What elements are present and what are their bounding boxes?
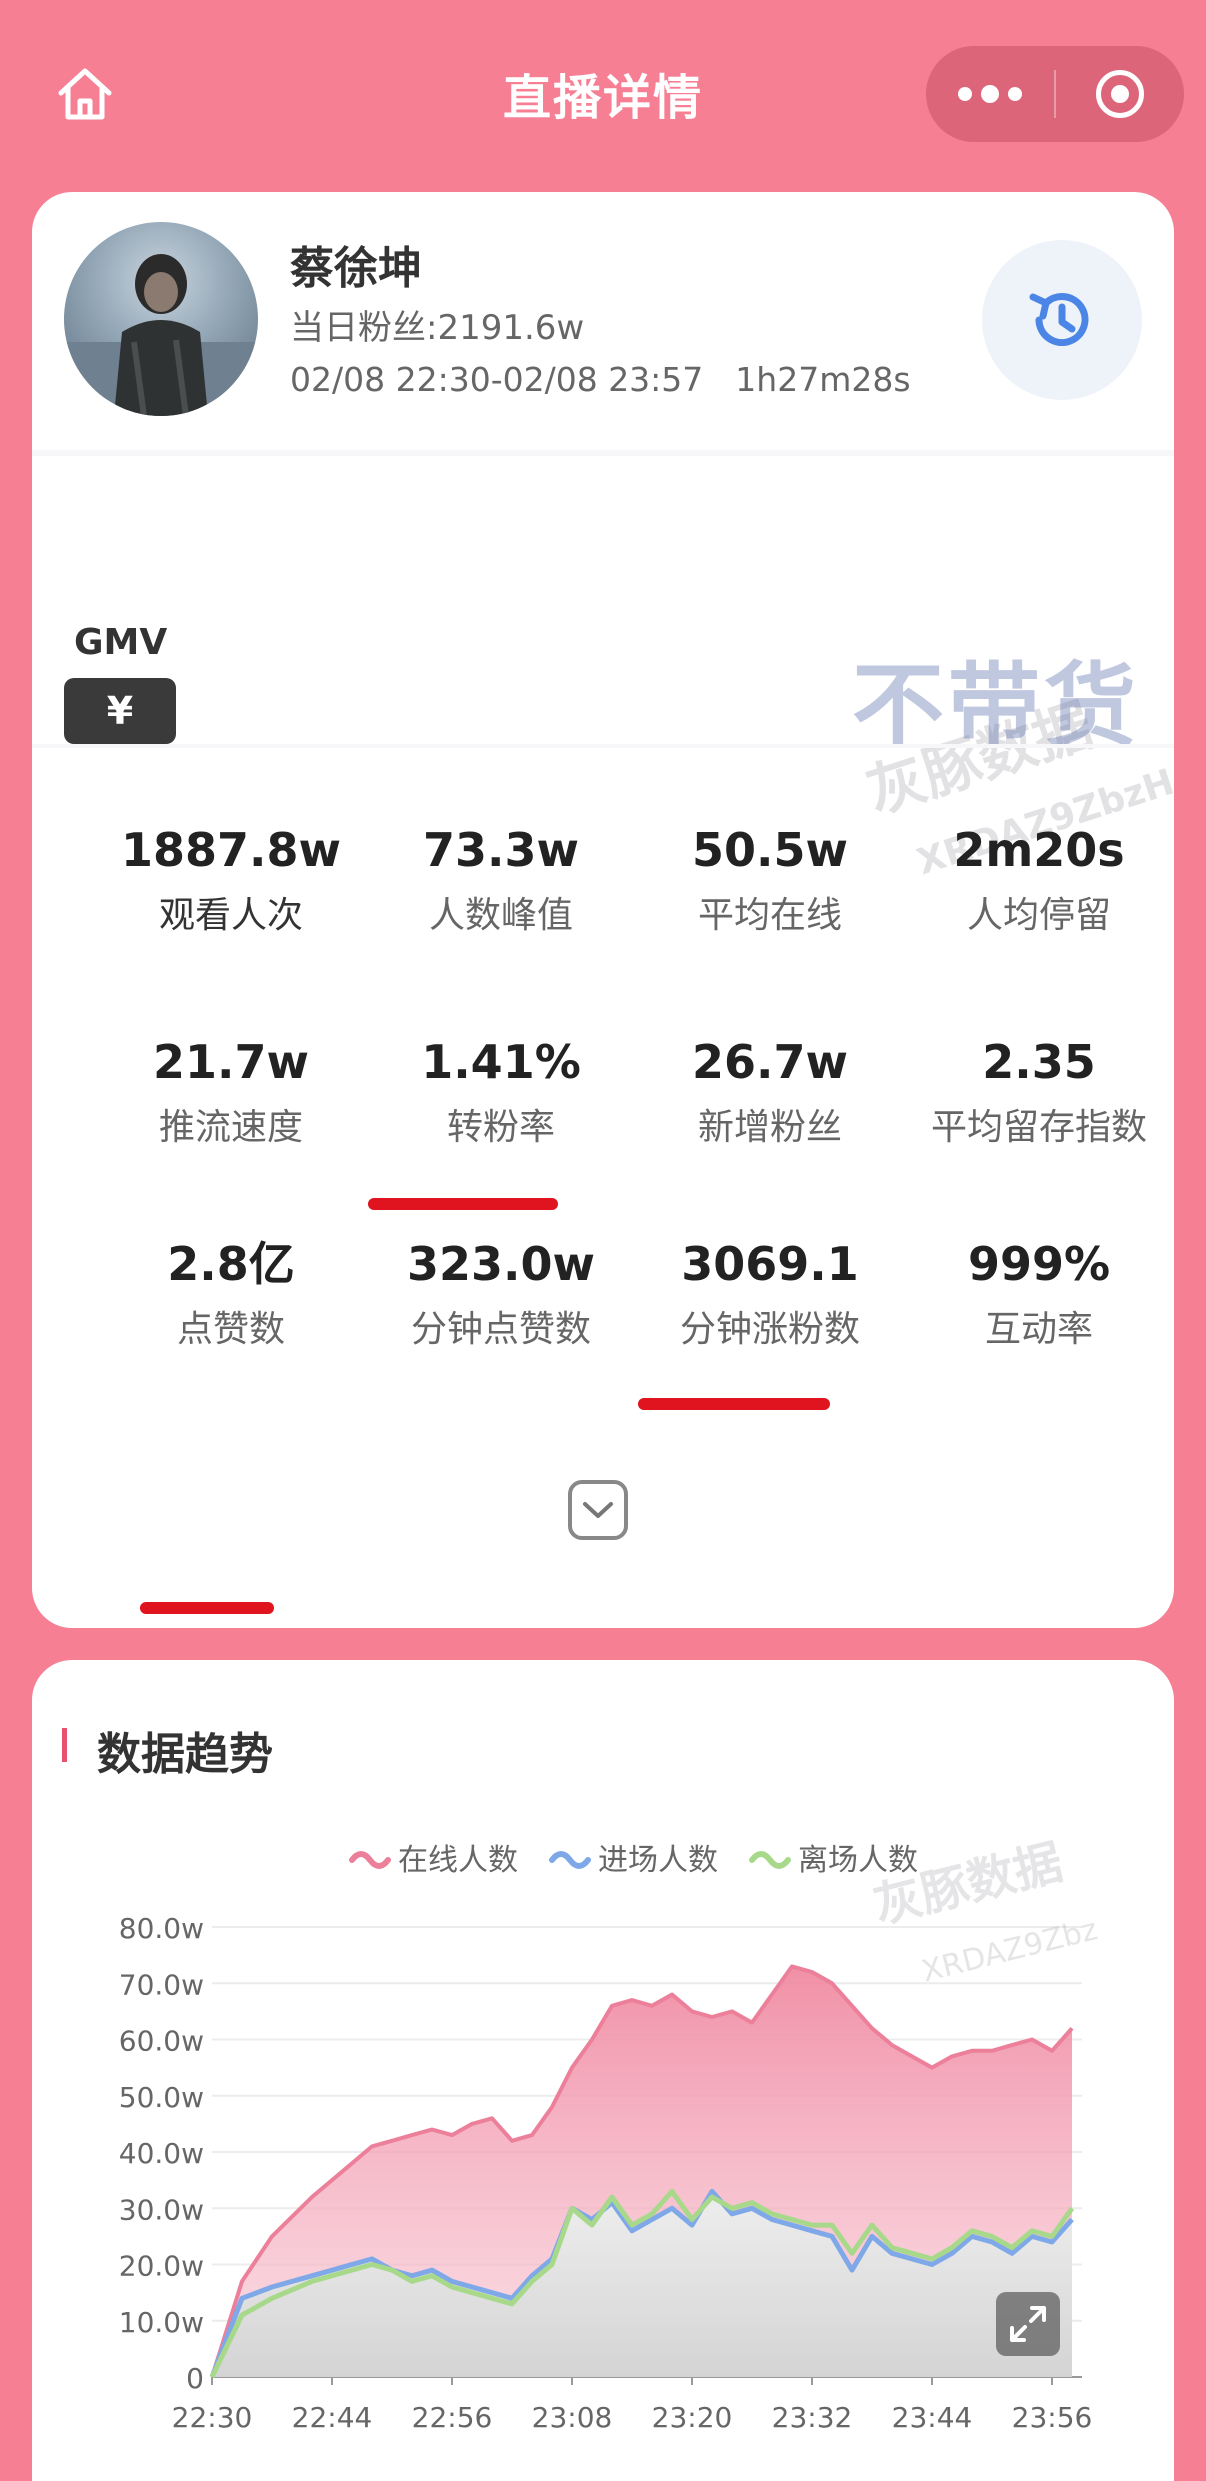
stat-label: 转粉率	[446, 1107, 555, 1148]
stat-item: 3069.1 分钟涨粉数	[635, 1234, 905, 1358]
y-tick-label: 20.0w	[119, 2250, 204, 2283]
fullscreen-icon[interactable]	[996, 2292, 1060, 2356]
stat-value: 50.5w	[692, 823, 848, 877]
stat-item: 2.35 平均留存指数	[904, 1032, 1174, 1156]
stat-value: 2m20s	[953, 823, 1125, 877]
x-tick-label: 22:44	[292, 2401, 373, 2434]
stat-label: 观看人次	[158, 895, 303, 936]
stat-item: 73.3w 人数峰值	[366, 820, 636, 944]
legend-label: 进场人数	[598, 1843, 718, 1878]
live-time: 02/08 22:30-02/08 23:57 1h27m28s	[290, 360, 911, 399]
stat-item: 26.7w 新增粉丝	[635, 1032, 905, 1156]
history-icon[interactable]	[982, 240, 1142, 400]
divider	[32, 744, 1174, 748]
target-close-icon[interactable]	[1056, 46, 1184, 142]
stat-label: 平均在线	[697, 895, 842, 936]
y-tick-label: 10.0w	[119, 2306, 204, 2339]
stat-value: 2.35	[982, 1035, 1096, 1089]
y-tick-label: 60.0w	[119, 2025, 204, 2058]
stat-value: 21.7w	[153, 1035, 309, 1089]
legend-swatch	[349, 1851, 391, 1869]
stat-label: 分钟点赞数	[410, 1309, 591, 1350]
trend-chart: 0 10.0w 20.0w 30.0w 40.0w 50.0w 60.0w 70.0w 80.0…	[119, 1834, 1101, 2434]
stat-item: 2.8亿 点赞数	[96, 1234, 366, 1358]
legend-swatch	[549, 1851, 591, 1869]
x-tick-label: 22:56	[412, 2401, 493, 2434]
top-bar: 直播详情	[0, 0, 1206, 190]
x-tick-label: 23:32	[772, 2401, 853, 2434]
stat-label: 分钟涨粉数	[679, 1309, 860, 1350]
x-tick-label: 22:30	[172, 2401, 253, 2434]
stat-item: 50.5w 平均在线	[635, 820, 905, 944]
x-tick-label: 23:56	[1012, 2401, 1093, 2434]
stat-item: 1887.8w 观看人次	[96, 820, 366, 944]
more-dots-icon[interactable]	[926, 46, 1054, 142]
fan-count: 当日粉丝:2191.6w	[290, 308, 585, 348]
stat-label: 推流速度	[158, 1107, 303, 1148]
y-tick-label: 0	[186, 2362, 204, 2395]
stat-value: 999%	[967, 1237, 1111, 1291]
x-tick-label: 23:44	[892, 2401, 973, 2434]
stat-label: 点赞数	[176, 1309, 285, 1350]
stat-label: 人均停留	[966, 895, 1111, 936]
highlight-underline	[638, 1398, 830, 1410]
watermark-code: XRDAZ9Zbz	[918, 1912, 1101, 1989]
expand-chevron-icon[interactable]	[568, 1480, 628, 1540]
avatar	[64, 222, 258, 416]
y-tick-label: 30.0w	[119, 2193, 204, 2226]
legend-label: 在线人数	[398, 1843, 518, 1878]
highlight-underline	[368, 1198, 558, 1210]
y-tick-label: 80.0w	[119, 1912, 204, 1945]
y-tick-label: 50.0w	[119, 2081, 204, 2114]
y-tick-label: 70.0w	[119, 1968, 204, 2001]
stat-item: 999% 互动率	[904, 1234, 1174, 1358]
gmv-badge: ¥	[64, 678, 176, 744]
stat-item: 323.0w 分钟点赞数	[366, 1234, 636, 1358]
stat-value: 1.41%	[421, 1035, 581, 1089]
gmv-label: GMV	[74, 622, 168, 663]
stat-label: 人数峰值	[428, 895, 573, 936]
live-duration: 1h27m28s	[735, 360, 911, 399]
divider	[32, 450, 1174, 456]
stat-item: 1.41% 转粉率	[366, 1032, 636, 1156]
live-summary-card: 蔡徐坤 当日粉丝:2191.6w 02/08 22:30-02/08 23:57…	[32, 192, 1174, 1628]
stat-label: 互动率	[984, 1309, 1093, 1350]
legend-swatch	[749, 1851, 791, 1869]
anchor-name: 蔡徐坤	[290, 243, 422, 294]
x-tick-label: 23:08	[532, 2401, 613, 2434]
stat-label: 平均留存指数	[930, 1107, 1147, 1148]
stat-label: 新增粉丝	[697, 1107, 842, 1148]
y-tick-label: 40.0w	[119, 2137, 204, 2170]
mini-program-capsule	[926, 46, 1184, 142]
trend-card: 数据趋势 0 10.0w 20.0w 30.0w 40.0w 50.0w 60.0w 70.0…	[32, 1660, 1174, 2481]
stat-value: 3069.1	[681, 1237, 859, 1291]
stat-value: 73.3w	[423, 823, 579, 877]
x-tick-label: 23:20	[652, 2401, 733, 2434]
time-range: 02/08 22:30-02/08 23:57	[290, 360, 704, 399]
stat-value: 2.8亿	[167, 1237, 295, 1291]
stat-item: 2m20s 人均停留	[904, 820, 1174, 944]
stat-value: 26.7w	[692, 1035, 848, 1089]
stat-value: 323.0w	[407, 1237, 595, 1291]
highlight-underline	[140, 1602, 274, 1614]
stat-item: 21.7w 推流速度	[96, 1032, 366, 1156]
stat-value: 1887.8w	[120, 823, 341, 877]
